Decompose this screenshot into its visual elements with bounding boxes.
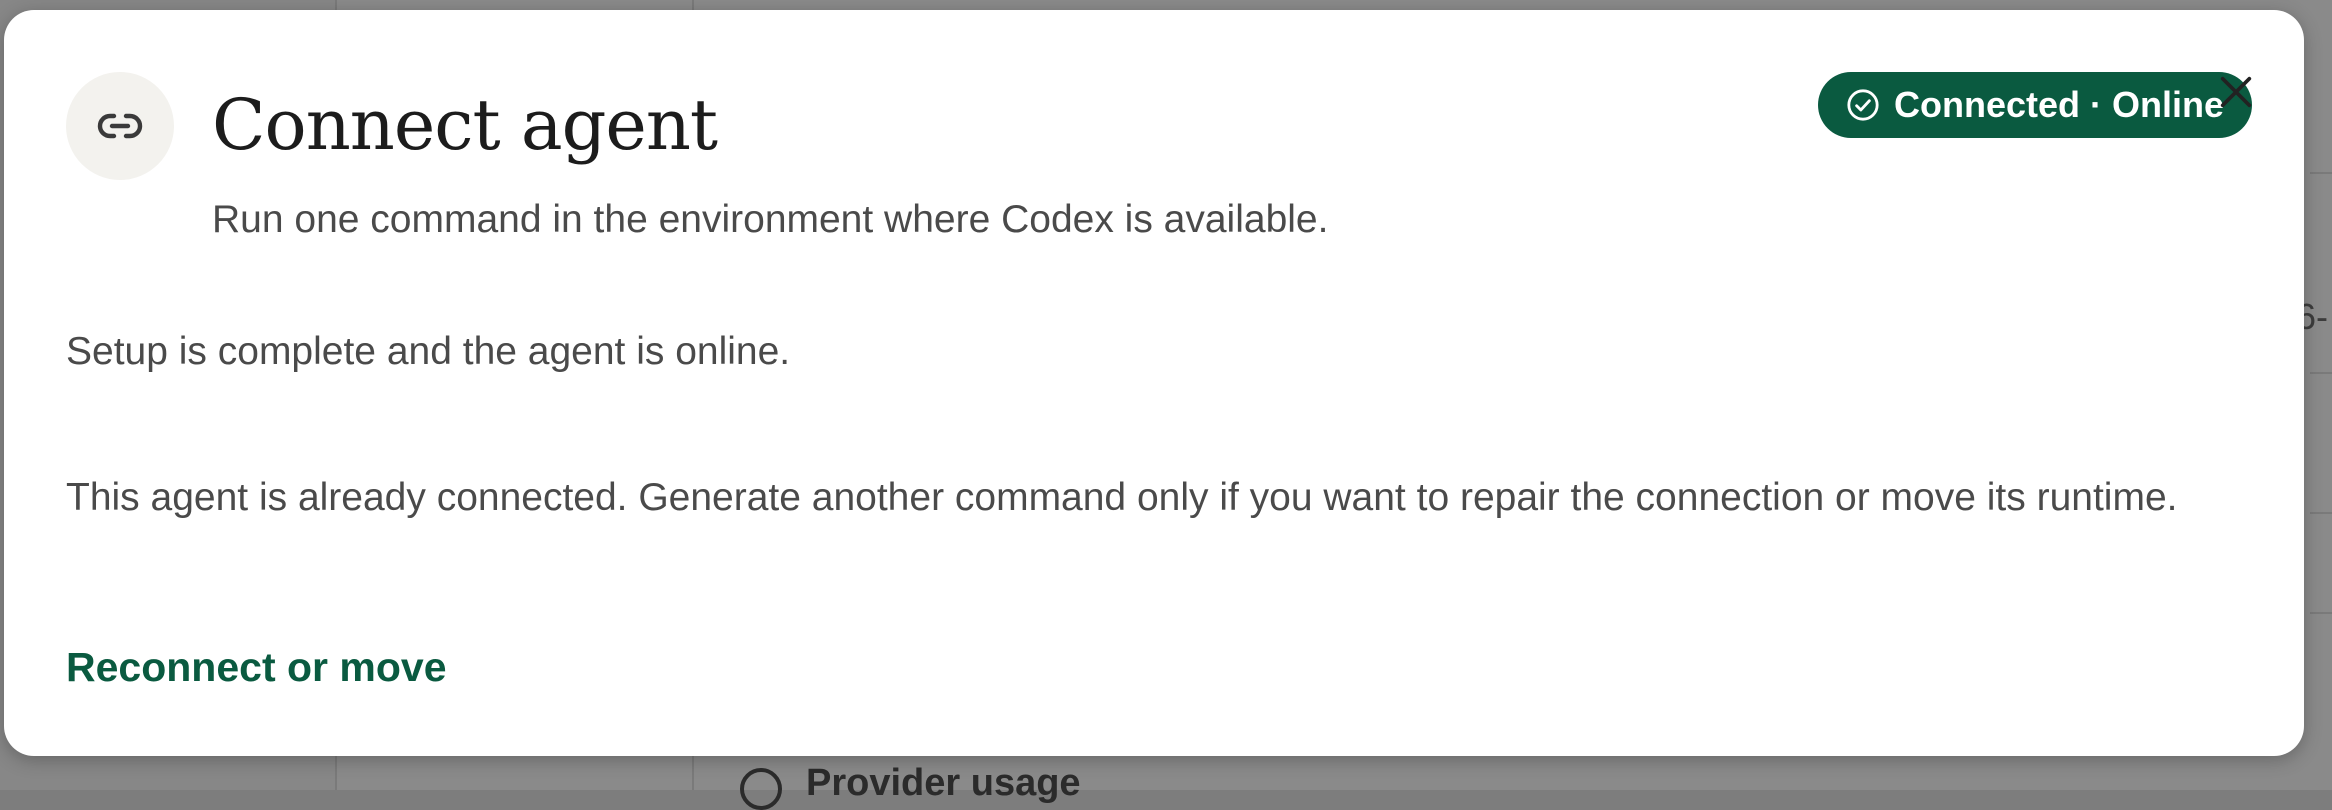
status-message: Setup is complete and the agent is onlin…: [66, 330, 791, 373]
close-button[interactable]: [2212, 68, 2260, 116]
background-divider: [2310, 172, 2332, 174]
info-message: This agent is already connected. Generat…: [66, 476, 2178, 519]
dialog-title: Connect agent: [212, 84, 718, 166]
status-badge-label: Connected · Online: [1894, 84, 2225, 125]
status-badge: Connected · Online: [1818, 72, 2253, 138]
close-icon: [2220, 76, 2252, 108]
circle-icon: [740, 767, 782, 810]
background-divider: [2310, 372, 2332, 374]
background-list-item-label: Provider usage: [806, 762, 1081, 804]
background-divider: [2310, 612, 2332, 614]
background-divider: [2310, 512, 2332, 514]
dialog-subtitle: Run one command in the environment where…: [212, 198, 1329, 241]
check-circle-icon: [1847, 89, 1879, 121]
reconnect-or-move-link[interactable]: Reconnect or move: [66, 644, 447, 691]
background-list-item: Provider usage: [740, 762, 1081, 810]
link-icon: [66, 72, 174, 180]
connect-agent-dialog: Connect agent Run one command in the env…: [4, 10, 2304, 756]
